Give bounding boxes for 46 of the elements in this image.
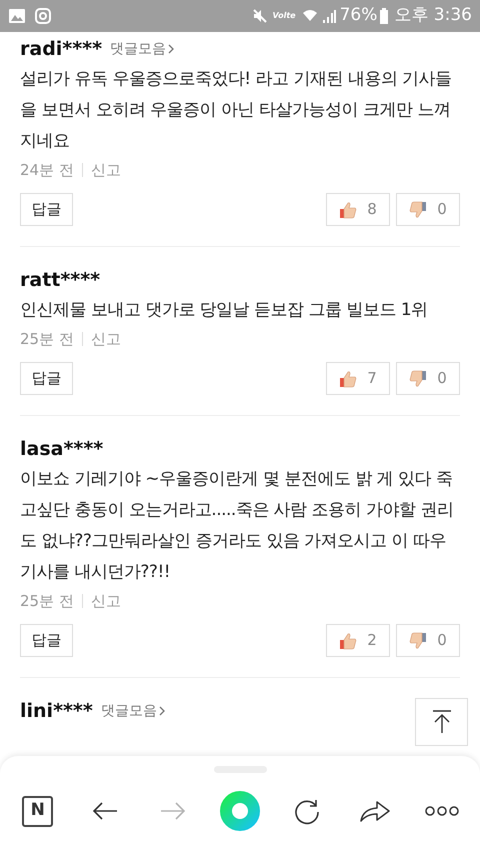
thumbs-up-icon [339, 200, 358, 218]
comment-username: ratt**** [20, 268, 100, 293]
dislike-button[interactable]: 0 [396, 193, 460, 226]
comment-text: 이보쇼 기레기야 ~우울증이란게 몇 분전에도 밝 게 있다 죽고싶단 충동이 오는거라고.....죽은 사람 조용히 가야할 권리도 없냐??그만둬라살인 증거라도 있음 가져오시고 이 따우 기사를 내시던가??!! [20, 468, 454, 584]
comment-text: 설리가 유독 우울증으로죽었다! 라고 기재된 내용의 기사들을 보면서 오히려 우울증이 아닌 타살가능성이 크게만 느껴지네요 [20, 68, 453, 153]
comment-time: 24분 전 [20, 160, 74, 181]
comment-collection-link[interactable]: 댓글모음 [110, 38, 174, 60]
report-link[interactable]: 신고 [90, 158, 121, 182]
comment-username: lini**** [20, 698, 93, 724]
arrow-up-icon [432, 710, 452, 734]
camera-icon [35, 8, 51, 24]
naver-logo-button[interactable]: N [22, 796, 54, 826]
like-button[interactable]: 8 [326, 193, 390, 226]
chevron-right-icon [168, 44, 174, 54]
comment-username: lasa**** [20, 436, 104, 462]
thumbs-down-icon [409, 632, 428, 650]
signal-icon [322, 9, 336, 23]
clock: 오후 3:36 [394, 4, 472, 28]
report-link[interactable]: 신고 [90, 328, 121, 350]
reply-button[interactable]: 답글 [20, 362, 73, 395]
like-button[interactable]: 2 [326, 624, 390, 657]
more-icon[interactable] [425, 805, 460, 817]
like-button[interactable]: 7 [326, 362, 390, 395]
thumbs-down-icon [409, 370, 428, 388]
image-icon [8, 8, 26, 24]
thumbs-up-icon [339, 632, 358, 650]
dislike-button[interactable]: 0 [396, 624, 460, 657]
dislike-button[interactable]: 0 [396, 362, 460, 395]
battery-percent: 76% [340, 4, 378, 28]
battery-icon [380, 8, 388, 24]
mute-icon [252, 8, 268, 24]
reply-button[interactable]: 답글 [20, 193, 73, 226]
comment-username: radi**** [20, 36, 102, 62]
thumbs-up-icon [339, 370, 358, 388]
comment-collection-link[interactable]: 댓글모음 [100, 700, 165, 722]
refresh-icon[interactable] [293, 797, 322, 825]
back-arrow-icon[interactable] [92, 801, 118, 821]
scroll-to-top-button[interactable] [415, 698, 468, 746]
thumbs-down-icon [409, 200, 428, 218]
chevron-right-icon [158, 706, 165, 716]
volte-label: Volte [272, 10, 296, 22]
comment-text: 인신제물 보내고 댓가로 당일날 듣보잡 그룹 빌보드 1위 [20, 299, 429, 322]
comment-time: 25분 전 [20, 590, 74, 612]
reply-button[interactable]: 답글 [20, 624, 73, 657]
comment-time: 25분 전 [20, 328, 74, 350]
report-link[interactable]: 신고 [90, 590, 121, 612]
